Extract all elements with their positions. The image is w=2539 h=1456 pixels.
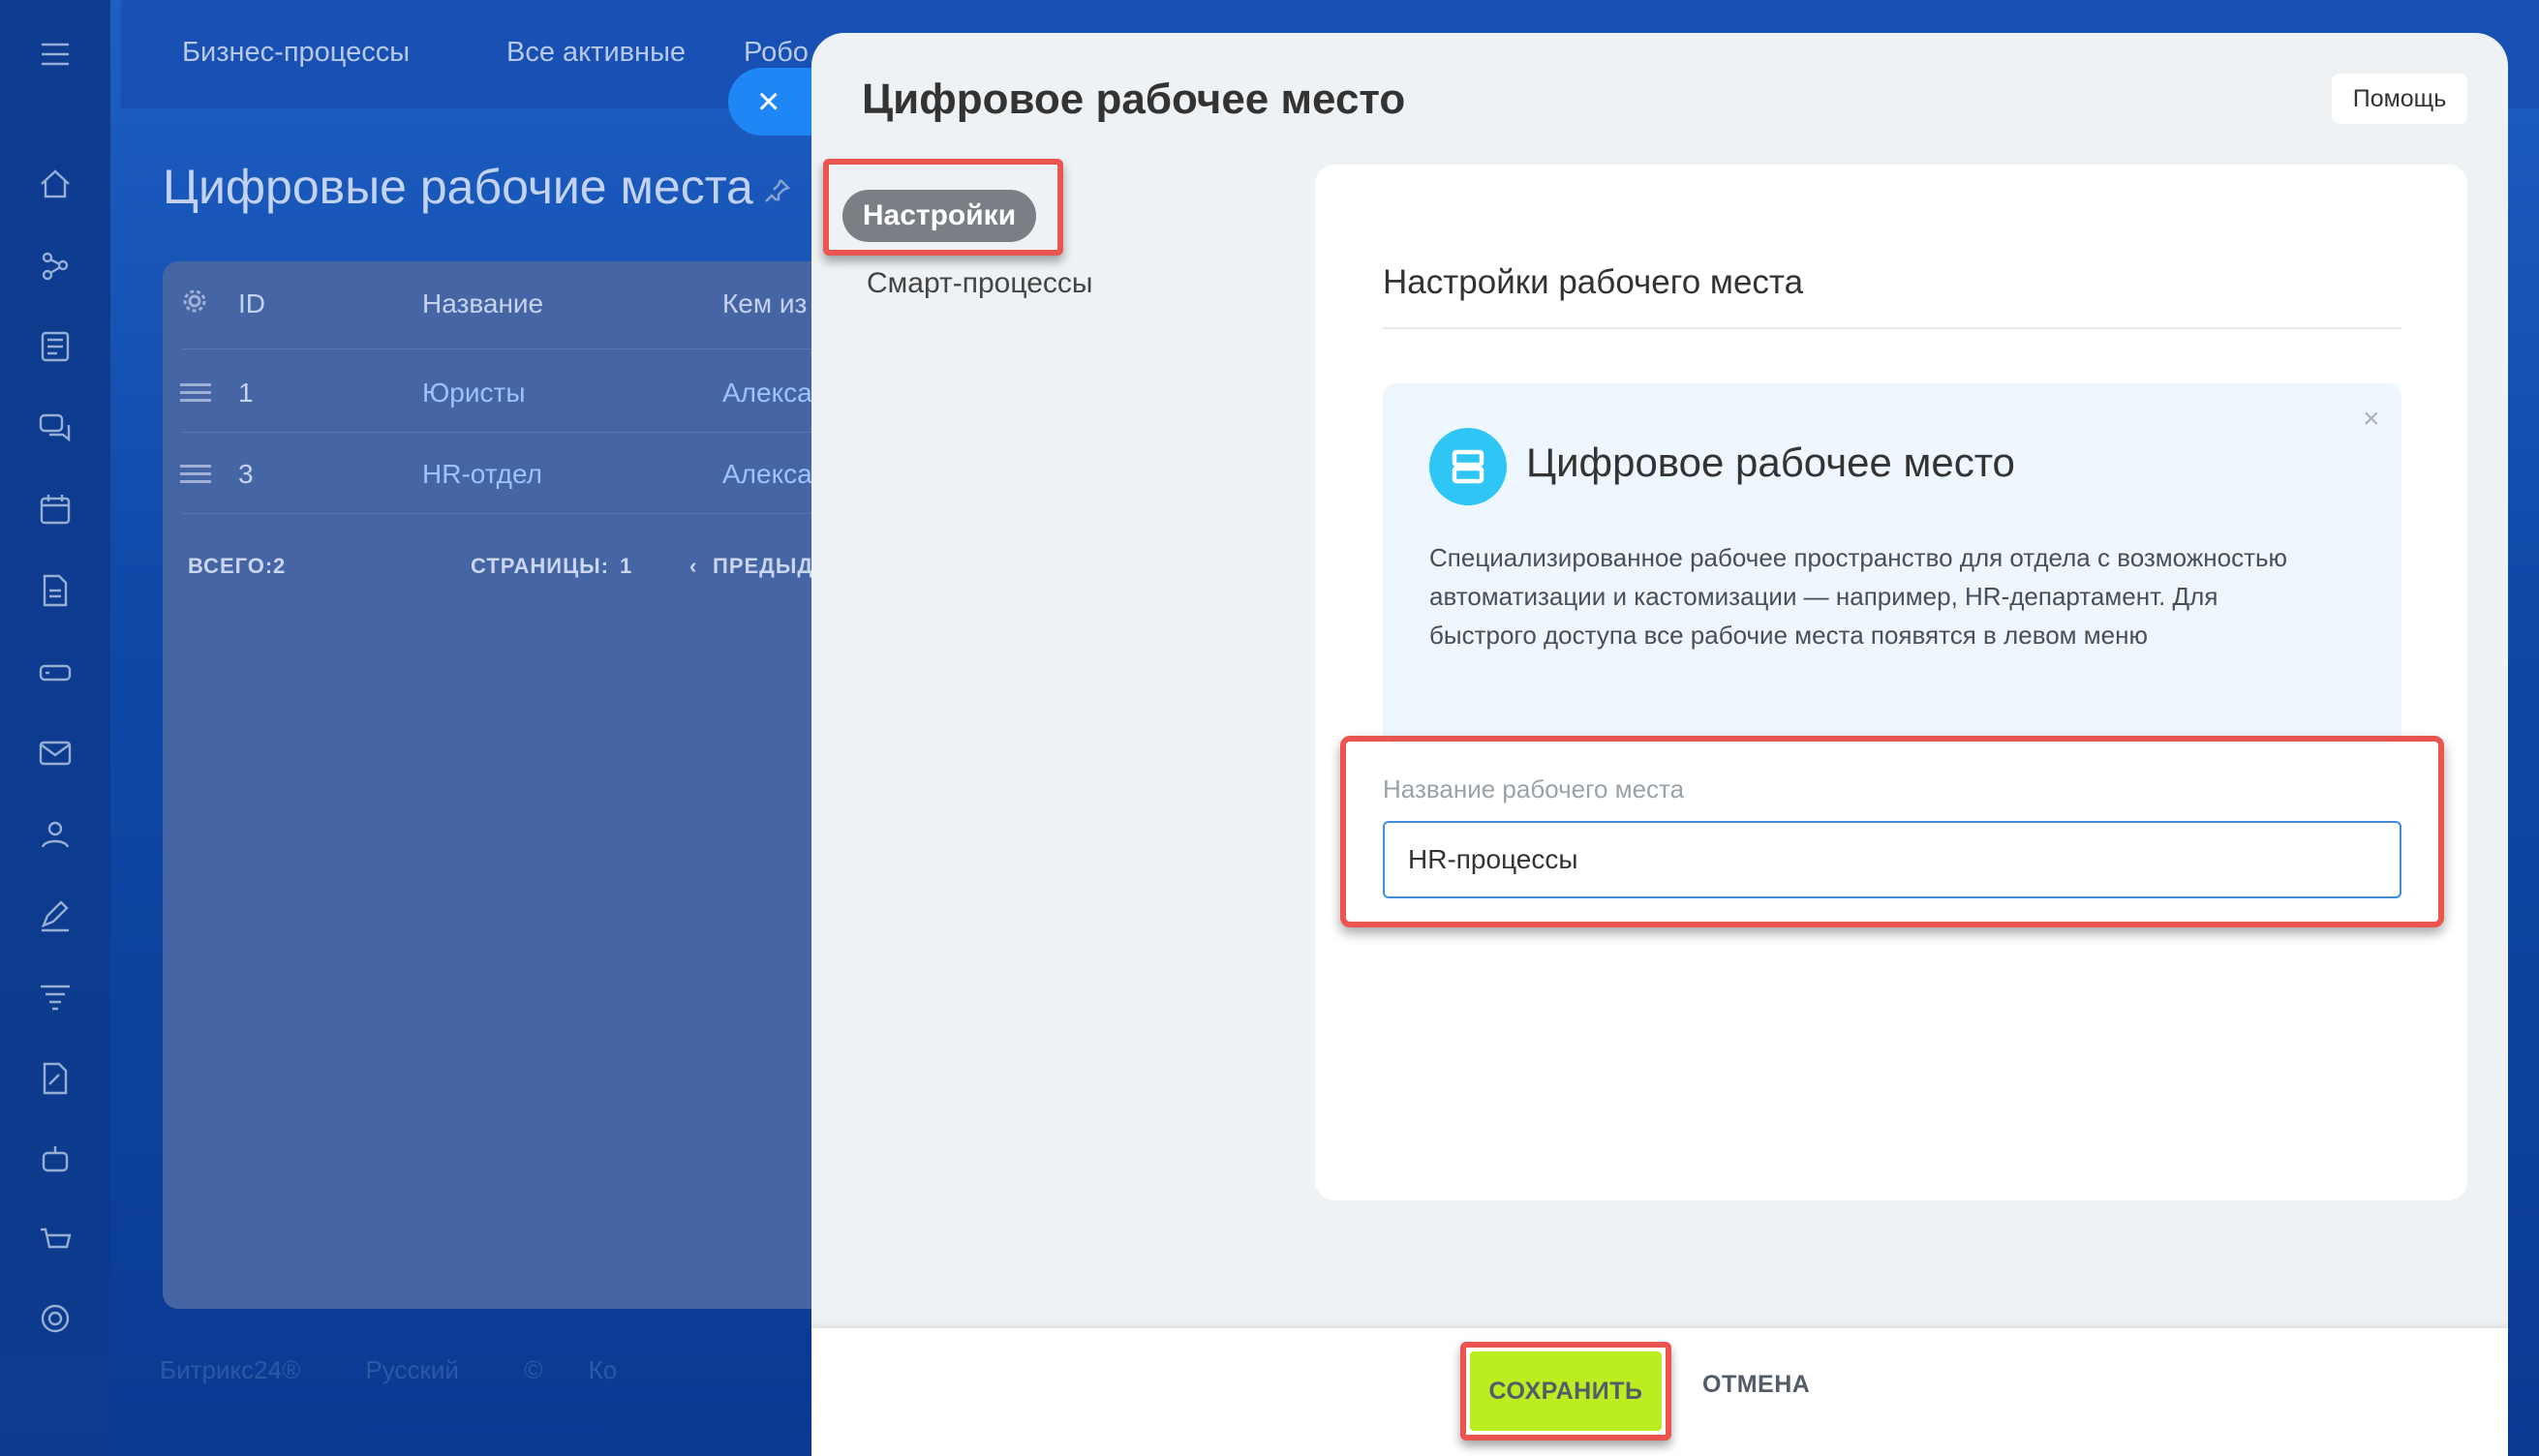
row-name-link[interactable]: HR-отдел: [422, 459, 542, 490]
row-author-link[interactable]: Алекса: [722, 459, 812, 490]
info-description: Специализированное рабочее пространство …: [1429, 543, 2288, 650]
row-author-link[interactable]: Алекса: [722, 378, 812, 409]
column-author[interactable]: Кем из: [722, 288, 807, 319]
nav-smart-processes-tab[interactable]: Смарт-процессы: [867, 267, 1092, 300]
home-icon[interactable]: [34, 163, 76, 205]
edit-document-icon[interactable]: [34, 1057, 76, 1100]
highlight-settings-frame: [823, 159, 1063, 256]
highlight-save-frame: [1460, 1342, 1671, 1441]
column-name[interactable]: Название: [422, 288, 543, 319]
drag-handle-icon[interactable]: [180, 383, 211, 403]
panel-title: Цифровое рабочее место: [862, 76, 1406, 123]
left-rail: [0, 0, 110, 1456]
footer-brand[interactable]: Битрикс24®: [160, 1355, 300, 1384]
chevron-left-icon[interactable]: ‹: [689, 554, 697, 579]
nav-business-processes[interactable]: Бизнес-процессы: [182, 37, 410, 69]
workplaces-grid: ID Название Кем из 1 Юристы Алекса 3 HR-…: [163, 261, 841, 1309]
settings-card: Настройки рабочего места Цифровое рабоче…: [1315, 165, 2467, 1200]
section-divider: [1383, 327, 2401, 329]
section-title: Настройки рабочего места: [1383, 263, 1804, 301]
robot-icon[interactable]: [34, 1138, 76, 1181]
row-id: 3: [238, 459, 254, 489]
total-value: 2: [273, 554, 287, 578]
workplace-name-label: Название рабочего места: [1383, 774, 1685, 804]
news-icon[interactable]: [34, 325, 76, 368]
info-title: Цифровое рабочее место: [1526, 440, 2015, 485]
close-icon: ×: [757, 80, 780, 123]
footer-language[interactable]: Русский: [365, 1355, 458, 1384]
total-label: ВСЕГО:: [188, 554, 274, 578]
footer-link[interactable]: Ко: [589, 1355, 618, 1384]
contacts-icon[interactable]: [34, 813, 76, 856]
settings-icon[interactable]: [34, 1297, 76, 1340]
cart-icon[interactable]: [34, 1220, 76, 1262]
close-banner-icon[interactable]: ×: [2363, 403, 2380, 436]
pages-label: СТРАНИЦЫ:: [471, 554, 610, 578]
bottom-bar: Битрикс24® Русский © Ко: [160, 1355, 617, 1385]
grid-header: ID Название Кем из: [163, 261, 841, 349]
menu-icon[interactable]: [34, 33, 76, 76]
row-name-link[interactable]: Юристы: [422, 378, 525, 409]
document-icon[interactable]: [34, 569, 76, 612]
cancel-button[interactable]: ОТМЕНА: [1702, 1371, 1810, 1399]
workplace-icon: [1429, 428, 1507, 505]
nav-robots[interactable]: Робо: [744, 37, 809, 69]
workflow-icon[interactable]: [34, 244, 76, 287]
row-divider: [182, 513, 841, 514]
funnel-icon[interactable]: [34, 976, 76, 1018]
panel-footer: СОХРАНИТЬ ОТМЕНА: [811, 1328, 2508, 1456]
prev-page-link[interactable]: ПРЕДЫД: [713, 554, 813, 579]
mail-icon[interactable]: [34, 732, 76, 774]
drag-handle-icon[interactable]: [180, 465, 211, 484]
sign-icon[interactable]: [34, 895, 76, 937]
info-banner: Цифровое рабочее место × Специализирован…: [1383, 383, 2401, 743]
help-button[interactable]: Помощь: [2332, 74, 2467, 124]
calendar-icon[interactable]: [34, 488, 76, 531]
workplace-name-input[interactable]: [1383, 821, 2401, 898]
column-id[interactable]: ID: [238, 288, 265, 319]
row-divider: [182, 432, 841, 433]
pages-value[interactable]: 1: [620, 554, 632, 579]
footer-copyright: ©: [524, 1355, 543, 1384]
nav-all-active[interactable]: Все активные: [506, 37, 686, 69]
page-title: Цифровые рабочие места: [163, 160, 753, 214]
slider-panel: Цифровое рабочее место Помощь Настройки …: [811, 33, 2508, 1456]
close-slider-button[interactable]: ×: [728, 68, 815, 136]
gear-icon[interactable]: [180, 287, 209, 316]
row-id: 1: [238, 378, 254, 408]
pin-icon[interactable]: [763, 176, 792, 205]
chat-icon[interactable]: [34, 407, 76, 449]
drive-icon[interactable]: [34, 651, 76, 693]
